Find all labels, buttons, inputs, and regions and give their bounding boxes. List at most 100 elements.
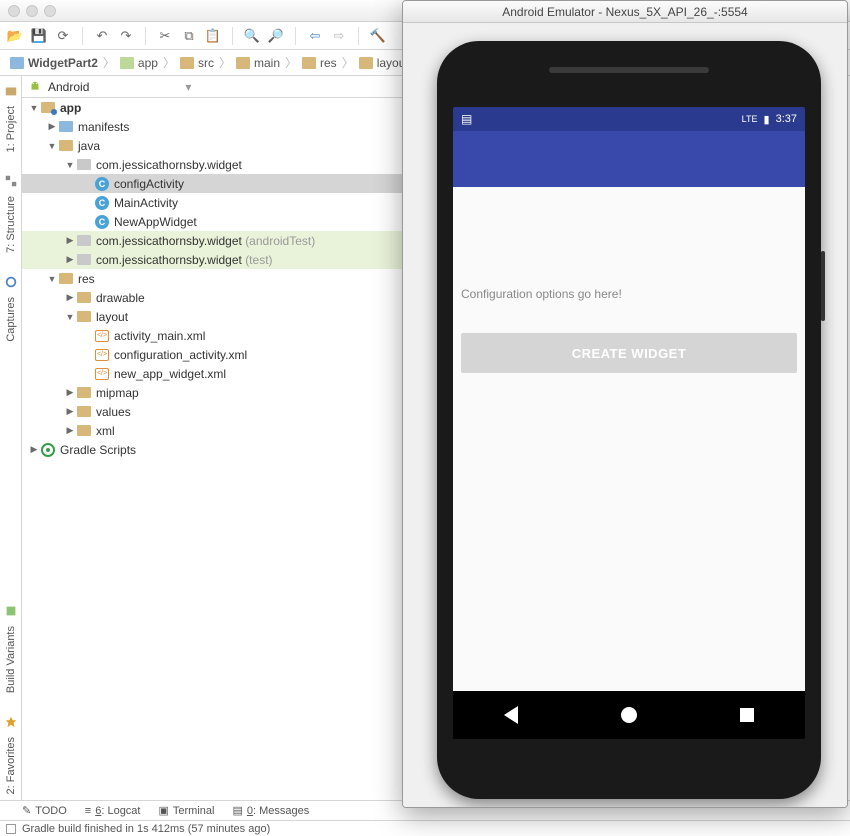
structure-icon [4,174,18,188]
sync-icon[interactable]: ⟳ [54,27,72,45]
clock-label: 3:37 [776,113,797,125]
breadcrumb-res[interactable]: res [298,56,341,70]
folder-icon [180,57,194,69]
lte-label: LTE [742,114,758,124]
device-frame: ▤ LTE ▮ 3:37 Configuration options go he… [437,41,821,799]
undo-icon[interactable]: ↶ [93,27,111,45]
view-mode-label: Android [48,80,89,94]
tree-label: drawable [96,291,145,305]
project-view-selector[interactable]: Android ▾ [28,80,191,94]
tool-label: TODO [35,805,67,817]
class-icon: C [95,196,109,210]
save-icon[interactable]: 💾 [30,27,48,45]
tool-project[interactable]: 1: Project [0,76,21,166]
redo-icon[interactable]: ↷ [117,27,135,45]
tree-label: com.jessicathornsby.widget [96,158,242,172]
logcat-icon: ≡ [85,805,91,817]
back-icon[interactable]: ⇦ [306,27,324,45]
tool-build-variants[interactable]: Build Variants [0,596,21,707]
android-icon [28,80,42,94]
breadcrumb-label: src [198,56,214,70]
breadcrumb-label: WidgetPart2 [28,56,98,70]
folder-icon [302,57,316,69]
project-icon [4,84,18,98]
create-widget-button[interactable]: CREATE WIDGET [461,333,797,373]
paste-icon[interactable]: 📋 [204,27,222,45]
xml-file-icon: </> [95,349,109,361]
folder-icon [236,57,250,69]
traffic-zoom-icon[interactable] [44,5,56,17]
tree-label: activity_main.xml [114,329,205,343]
xml-file-icon: </> [95,368,109,380]
module-icon [41,102,55,113]
tool-terminal[interactable]: ▣Terminal [158,804,214,817]
folder-icon [77,425,91,436]
android-status-bar[interactable]: ▤ LTE ▮ 3:37 [453,107,805,131]
emulator-titlebar[interactable]: Android Emulator - Nexus_5X_API_26_-:555… [403,1,847,23]
app-action-bar [453,131,805,187]
android-nav-bar [453,691,805,739]
build-icon[interactable]: 🔨 [369,27,387,45]
status-bar: Gradle build finished in 1s 412ms (57 mi… [0,820,850,836]
tree-label: configuration_activity.xml [114,348,247,362]
tree-label: com.jessicathornsby.widget [96,253,242,267]
tool-label: 1: Project [2,100,20,158]
breadcrumb-root[interactable]: WidgetPart2 [6,56,102,70]
zoom-out-icon[interactable]: 🔍 [243,27,261,45]
breadcrumb-main[interactable]: main [232,56,284,70]
tool-logcat[interactable]: ≡6: Logcat [85,805,141,817]
breadcrumb-src[interactable]: src [176,56,218,70]
battery-icon: ▮ [764,113,770,126]
status-indicator-icon[interactable] [6,824,16,834]
tool-structure[interactable]: 7: Structure [0,166,21,267]
tree-label: manifests [78,120,129,134]
package-icon [77,254,91,265]
config-text: Configuration options go here! [453,187,805,309]
class-icon: C [95,177,109,191]
nav-home-icon[interactable] [621,707,637,723]
emulator-title: Android Emulator - Nexus_5X_API_26_-:555… [502,5,747,19]
traffic-minimize-icon[interactable] [26,5,38,17]
tool-messages[interactable]: ▤ 0: Messages [232,804,309,817]
copy-icon[interactable]: ⧉ [180,27,198,45]
build-variants-icon [4,604,18,618]
emulator-window[interactable]: Android Emulator - Nexus_5X_API_26_-:555… [402,0,848,808]
button-label: CREATE WIDGET [572,346,687,361]
breadcrumb-label: app [138,56,158,70]
traffic-close-icon[interactable] [8,5,20,17]
status-message: Gradle build finished in 1s 412ms (57 mi… [22,823,270,835]
package-icon [77,235,91,246]
nav-recent-icon[interactable] [740,708,754,722]
device-screen[interactable]: ▤ LTE ▮ 3:37 Configuration options go he… [453,107,805,739]
captures-icon [4,275,18,289]
messages-icon: ▤ [232,804,242,817]
tool-favorites[interactable]: 2: Favorites [0,707,21,808]
tool-label: 7: Structure [2,190,20,259]
forward-icon[interactable]: ⇨ [330,27,348,45]
todo-icon: ✎ [22,804,31,817]
tree-label: NewAppWidget [114,215,197,229]
app-content: Configuration options go here! CREATE WI… [453,187,805,691]
zoom-in-icon[interactable]: 🔎 [267,27,285,45]
folder-icon [59,121,73,132]
breadcrumb-app[interactable]: app [116,56,162,70]
tree-label: MainActivity [114,196,178,210]
device-power-button[interactable] [821,251,825,321]
tree-label: mipmap [96,386,139,400]
tree-label: Gradle Scripts [60,443,136,457]
folder-icon [359,57,373,69]
tool-label: 0: Messages [247,805,309,817]
nav-back-icon[interactable] [504,706,518,724]
gradle-icon [41,443,55,457]
emulator-body: ▤ LTE ▮ 3:37 Configuration options go he… [403,23,847,807]
breadcrumb-label: main [254,56,280,70]
tool-captures[interactable]: Captures [0,267,21,356]
module-icon [10,57,24,69]
tree-label: com.jessicathornsby.widget [96,234,242,248]
tool-todo[interactable]: ✎ TODO [22,804,67,817]
open-icon[interactable]: 📂 [6,27,24,45]
cut-icon[interactable]: ✂ [156,27,174,45]
tree-label: res [78,272,95,286]
package-icon [77,159,91,170]
tree-label: configActivity [114,177,184,191]
